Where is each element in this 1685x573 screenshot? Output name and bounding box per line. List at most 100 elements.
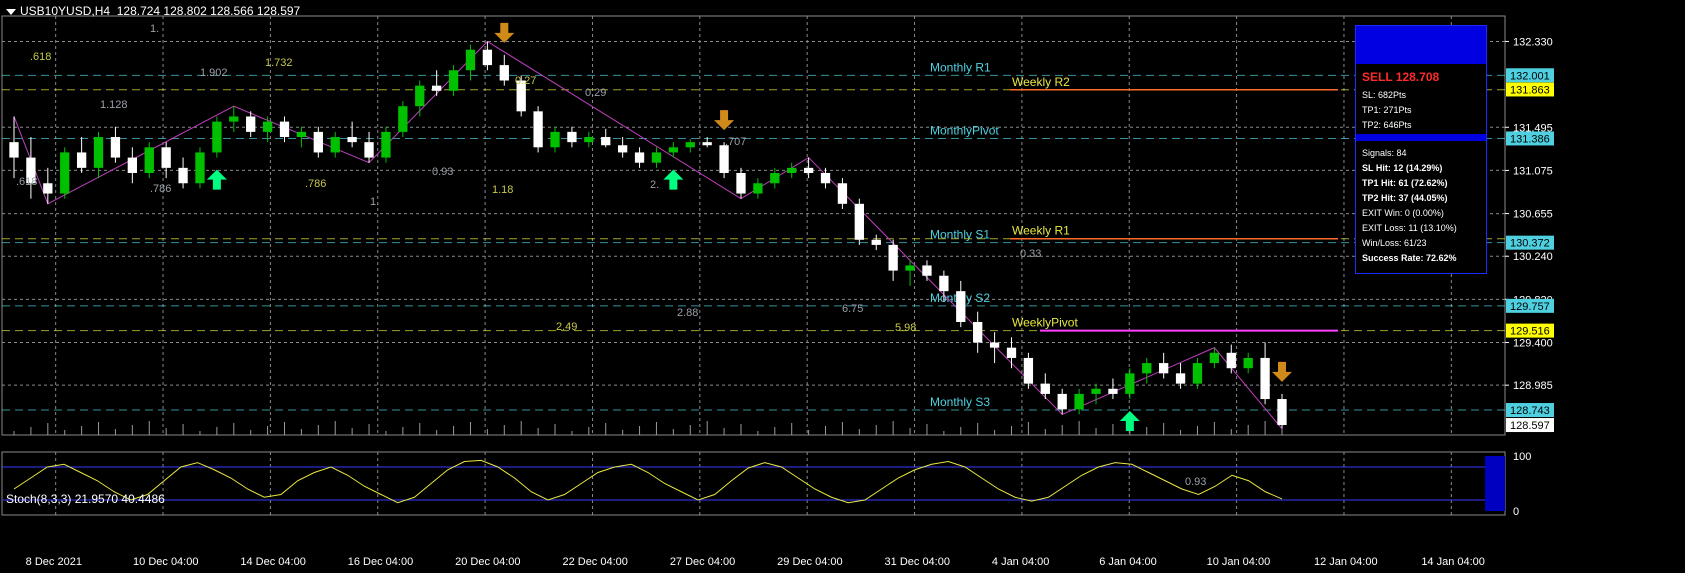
- dropdown-icon[interactable]: [6, 8, 16, 15]
- fib-label: .618: [16, 176, 37, 188]
- x-tick-label: 29 Dec 04:00: [777, 556, 842, 568]
- candle-body: [296, 131, 307, 138]
- candle-body: [871, 239, 881, 245]
- fib-label: .707: [725, 136, 746, 148]
- stoch-scale-block: [1485, 456, 1505, 511]
- fib-label: 1.18: [492, 184, 513, 196]
- fib-label: .618: [30, 51, 51, 63]
- fib-label: 0.27: [515, 75, 536, 87]
- panel-stat: Success Rate: 72.62%: [1362, 253, 1457, 263]
- price-tag-label: 130.372: [1510, 238, 1550, 250]
- candle-body: [465, 49, 476, 71]
- candle-body: [634, 152, 645, 163]
- candle-body: [905, 265, 915, 271]
- candle-body: [1226, 352, 1236, 369]
- candle-body: [702, 142, 712, 146]
- candle-body: [820, 172, 831, 184]
- candle-body: [1175, 373, 1186, 384]
- level-label: MonthlyPivot: [930, 123, 999, 137]
- symbol-label: USB10YUSD,H4: [20, 4, 111, 18]
- y-tick-label: 130.240: [1513, 251, 1553, 263]
- sell-signal: SELL 128.708: [1362, 70, 1440, 84]
- candle-body: [127, 157, 137, 173]
- candle-body: [989, 342, 1000, 348]
- candle-body: [1074, 393, 1084, 410]
- candle-body: [956, 291, 966, 322]
- candle-body: [651, 152, 662, 163]
- fib-label: 2.: [650, 179, 659, 191]
- candle-body: [415, 85, 425, 107]
- candle-body: [719, 145, 729, 173]
- candle-body: [1057, 393, 1067, 410]
- panel-stat: SL Hit: 12 (14.29%): [1362, 163, 1443, 173]
- candle-body: [43, 183, 53, 194]
- price-tag-label: 128.597: [1510, 420, 1550, 432]
- panel-divider: [1356, 134, 1486, 141]
- candle-body: [770, 172, 780, 184]
- candle-body: [922, 265, 932, 276]
- y-tick-label: 129.400: [1513, 338, 1553, 350]
- panel-stat: TP2 Hit: 37 (44.05%): [1362, 193, 1448, 203]
- candle-body: [617, 145, 628, 153]
- fib-label: 0.93: [1185, 476, 1206, 488]
- x-tick-label: 14 Dec 04:00: [240, 556, 305, 568]
- fib-label: 1.902: [200, 67, 228, 79]
- candle-body: [854, 203, 864, 240]
- x-tick-label: 6 Jan 04:00: [1099, 556, 1157, 568]
- fib-label: 1.: [370, 196, 379, 208]
- candle-body: [668, 147, 679, 153]
- candle-body: [1006, 347, 1017, 358]
- panel-stat: TP1 Hit: 61 (72.62%): [1362, 178, 1448, 188]
- stoch-tick-label: 100: [1513, 451, 1531, 463]
- fib-label: 1.732: [265, 57, 293, 69]
- candle-body: [1040, 383, 1050, 394]
- level-label: Monthly S3: [930, 395, 990, 409]
- level-label: Monthly S1: [930, 228, 990, 242]
- x-tick-label: 27 Dec 04:00: [670, 556, 735, 568]
- x-tick-label: 14 Jan 04:00: [1421, 556, 1485, 568]
- candle-body: [195, 152, 205, 184]
- panel-stat: Signals: 84: [1362, 148, 1407, 158]
- price-tag-label: 129.516: [1510, 326, 1550, 338]
- candle-body: [1125, 373, 1135, 394]
- price-tag-label: 131.863: [1510, 84, 1550, 96]
- fib-label: 0.33: [1020, 248, 1041, 260]
- candle-body: [178, 167, 188, 184]
- candle-body: [330, 137, 340, 153]
- x-tick-label: 31 Dec 04:00: [885, 556, 950, 568]
- fib-label: 0.93: [432, 166, 453, 178]
- y-tick-label: 130.655: [1513, 209, 1553, 221]
- price-tag-label: 129.757: [1510, 301, 1550, 313]
- candle-body: [364, 142, 374, 158]
- candle-body: [381, 131, 391, 158]
- y-tick-label: 128.985: [1513, 380, 1553, 392]
- fib-label: 0.29: [585, 87, 606, 99]
- fib-label: 5.98: [895, 322, 916, 334]
- x-tick-label: 22 Dec 04:00: [562, 556, 627, 568]
- panel-stat: Win/Loss: 61/23: [1362, 238, 1427, 248]
- candle-body: [1023, 357, 1034, 384]
- candle-body: [837, 183, 848, 204]
- y-tick-label: 131.075: [1513, 165, 1553, 177]
- x-tick-label: 20 Dec 04:00: [455, 556, 520, 568]
- x-tick-label: 10 Jan 04:00: [1207, 556, 1271, 568]
- level-label: Weekly R1: [1012, 224, 1070, 238]
- candle-body: [584, 137, 594, 143]
- x-tick-label: 10 Dec 04:00: [133, 556, 198, 568]
- candle-body: [533, 111, 543, 148]
- candle-body: [1091, 388, 1101, 394]
- candle-body: [432, 85, 442, 91]
- panel-stat: EXIT Loss: 11 (13.10%): [1362, 223, 1457, 233]
- candle-body: [736, 172, 746, 194]
- candle-body: [567, 131, 577, 143]
- fib-label: 6.75: [842, 303, 863, 315]
- panel-line: TP1: 271Pts: [1362, 105, 1412, 115]
- candle-body: [110, 137, 121, 158]
- candle-body: [685, 142, 695, 148]
- panel-header-block: [1356, 26, 1486, 64]
- candle-body: [76, 152, 87, 168]
- candle-body: [229, 116, 239, 122]
- candle-body: [1192, 363, 1203, 384]
- x-tick-label: 4 Jan 04:00: [992, 556, 1049, 568]
- panel-stat: EXIT Win: 0 (0.00%): [1362, 208, 1444, 218]
